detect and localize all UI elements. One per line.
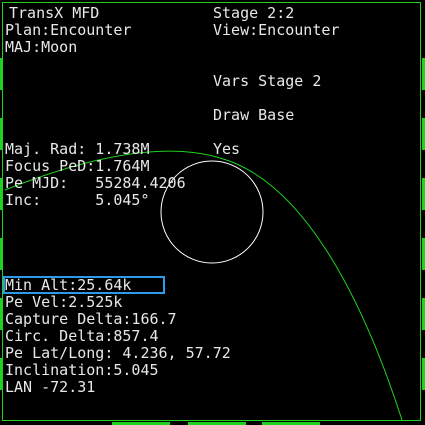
inclination-readout: Inclination:5.045 bbox=[5, 361, 159, 379]
pe-vel-readout: Pe Vel:2.525k bbox=[5, 293, 123, 311]
draw-base-value: Yes bbox=[213, 140, 241, 158]
mfd-title: TransX MFD bbox=[9, 4, 100, 22]
view-label: View:Encounter bbox=[213, 21, 340, 39]
transx-mfd-screen: TransX MFD Plan:Encounter MAJ:Moon Stage… bbox=[0, 0, 425, 425]
lan-readout: LAN -72.31 bbox=[5, 378, 96, 396]
circ-delta-readout: Circ. Delta:857.4 bbox=[5, 327, 159, 345]
draw-base-label: Draw Base bbox=[213, 106, 295, 124]
inc-readout: Inc: 5.045° bbox=[5, 191, 150, 209]
plan-label: Plan:Encounter bbox=[5, 21, 132, 39]
min-alt-readout[interactable]: Min Alt:25.64k bbox=[5, 277, 131, 294]
pe-mjd-readout: Pe MJD: 55284.4206 bbox=[5, 174, 186, 192]
major-body-label: MAJ:Moon bbox=[5, 38, 78, 56]
pe-lat-long-readout: Pe Lat/Long: 4.236, 57.72 bbox=[5, 344, 231, 362]
stage-label: Stage 2:2 bbox=[213, 4, 295, 22]
vars-stage-label: Vars Stage 2 bbox=[213, 72, 322, 90]
capture-delta-readout: Capture Delta:166.7 bbox=[5, 310, 177, 328]
focus-ped-readout: Focus PeD:1.764M bbox=[5, 157, 150, 175]
maj-rad-readout: Maj. Rad: 1.738M bbox=[5, 140, 150, 158]
